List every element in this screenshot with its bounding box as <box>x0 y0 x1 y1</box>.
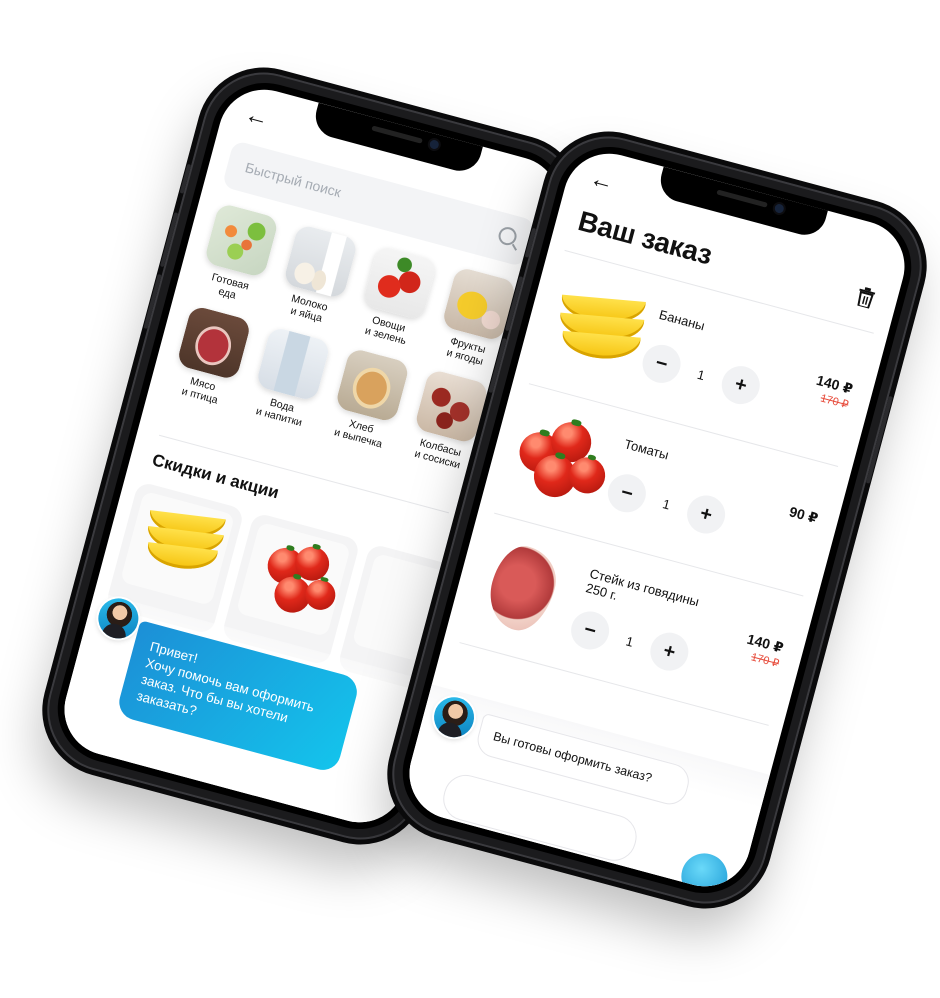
category-label: Овощи и зелень <box>363 314 408 348</box>
search-icon[interactable] <box>496 225 519 248</box>
item-name: Томаты <box>622 436 671 463</box>
sausage-icon <box>413 368 490 445</box>
quantity-stepper[interactable]: − 1 + <box>638 340 765 409</box>
quantity-stepper[interactable]: − 1 + <box>603 470 730 538</box>
vegetables-icon <box>361 244 438 321</box>
item-name: Бананы <box>657 306 707 334</box>
category-label: Мясо и птица <box>180 375 220 407</box>
category-bread[interactable]: Хлеб и выпечка <box>321 346 416 454</box>
category-label: Фрукты и ягоды <box>445 335 487 368</box>
banana-image <box>535 269 653 387</box>
item-quantity: 1 <box>695 366 707 383</box>
category-milk-eggs[interactable]: Молоко и яйца <box>269 222 364 330</box>
increment-button[interactable]: + <box>682 491 730 538</box>
category-water[interactable]: Вода и напитки <box>242 324 337 432</box>
assistant-avatar <box>429 692 479 742</box>
category-label: Вода и напитки <box>254 396 304 430</box>
back-arrow-icon[interactable]: ← <box>587 165 617 197</box>
trash-icon[interactable] <box>854 285 877 310</box>
salad-icon <box>203 202 280 279</box>
back-arrow-icon[interactable]: ← <box>242 101 272 133</box>
meat-icon <box>175 304 252 381</box>
fruits-icon <box>441 266 517 343</box>
category-label: Готовая еда <box>210 271 251 302</box>
page-title: Ваш заказ <box>574 205 716 271</box>
decrement-button[interactable]: − <box>638 340 685 388</box>
item-price: 90 ₽ <box>787 503 820 527</box>
category-label: Колбасы и сосиски <box>413 436 463 472</box>
decrement-button[interactable]: − <box>566 607 614 654</box>
category-label: Хлеб и выпечка <box>332 417 384 451</box>
increment-button[interactable]: + <box>717 361 765 409</box>
tomato-image <box>500 399 618 517</box>
water-icon <box>255 326 332 402</box>
bread-icon <box>334 347 411 424</box>
item-quantity: 1 <box>624 632 636 650</box>
item-quantity: 1 <box>661 495 672 513</box>
category-vegetables[interactable]: Овощи и зелень <box>348 243 443 351</box>
category-meat[interactable]: Мясо и птица <box>162 303 257 411</box>
chat-assistant: Вы готовы оформить заказ? <box>399 684 770 897</box>
milk-icon <box>282 223 359 300</box>
category-label: Молоко и яйца <box>289 292 329 325</box>
increment-button[interactable]: + <box>646 628 693 675</box>
decrement-button[interactable]: − <box>603 470 651 517</box>
steak-image <box>465 528 583 646</box>
category-ready-food[interactable]: Готовая еда <box>190 201 285 309</box>
